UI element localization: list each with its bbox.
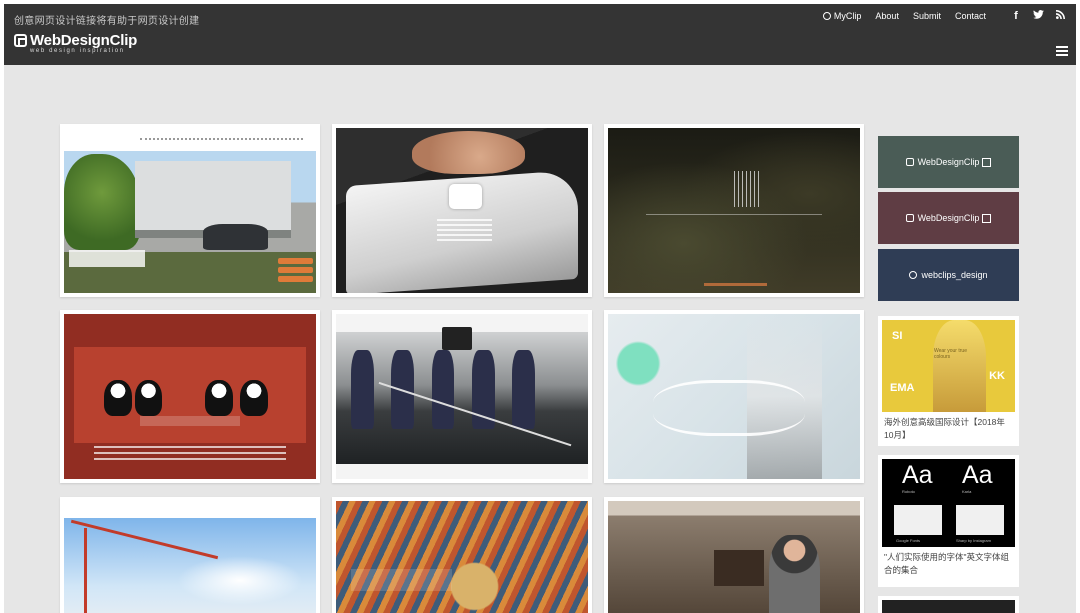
site-thumbnail xyxy=(64,314,316,479)
sidebar-post-card[interactable]: SI EMA KK Wear your true colours 海外创意高级国… xyxy=(878,316,1019,446)
gallery-card-law-office-site[interactable] xyxy=(60,310,320,483)
top-nav: MyClip About Submit Contact f xyxy=(809,10,1066,22)
social-links: f xyxy=(1000,10,1066,22)
site-thumbnail xyxy=(64,501,316,613)
sidebar-link-webdesignclip-1[interactable]: WebDesignClip xyxy=(878,136,1019,188)
nav-submit[interactable]: Submit xyxy=(913,11,941,21)
nav-about[interactable]: About xyxy=(875,11,899,21)
gallery-card-munch-exhibition-site[interactable] xyxy=(332,497,592,613)
site-thumbnail xyxy=(336,128,588,293)
gallery-card-bar-site[interactable] xyxy=(604,124,864,297)
site-thumbnail xyxy=(64,128,316,293)
site-thumbnail xyxy=(336,314,588,479)
gallery-card-architecture-site[interactable] xyxy=(60,124,320,297)
tag-icon xyxy=(982,213,992,223)
sidebar-link-instagram[interactable]: webclips_design xyxy=(878,249,1019,301)
site-thumbnail xyxy=(336,501,588,613)
gallery-card-kendo-site[interactable] xyxy=(332,310,592,483)
site-header: 创意网页设计链接将有助于网页设计创建 WebDesignClip web des… xyxy=(4,4,1076,65)
site-tagline: 创意网页设计链接将有助于网页设计创建 xyxy=(14,16,200,27)
post-caption: 海外创意高级国际设计【2018年10月】 xyxy=(884,417,1005,440)
logo-subtitle: web design inspiration xyxy=(30,48,125,54)
webdesignclip-logo-icon xyxy=(905,158,914,166)
gallery-card-tofu-site[interactable] xyxy=(332,124,592,297)
gallery-card-construction-site[interactable] xyxy=(60,497,320,613)
post-thumbnail: Aa Aa Roboto Karla Google Fonts Sharp by… xyxy=(882,459,1015,547)
hamburger-menu-icon[interactable] xyxy=(1056,46,1068,56)
sidebar-post-card[interactable] xyxy=(878,596,1019,613)
page-frame: 创意网页设计链接将有助于网页设计创建 WebDesignClip web des… xyxy=(4,4,1076,613)
sidebar-post-card[interactable]: Aa Aa Roboto Karla Google Fonts Sharp by… xyxy=(878,455,1019,587)
myclip-icon xyxy=(822,12,831,20)
tag-icon xyxy=(982,157,992,167)
sidebar-link-webdesignclip-2[interactable]: WebDesignClip xyxy=(878,192,1019,244)
site-thumbnail xyxy=(608,128,860,293)
post-thumbnail xyxy=(882,600,1015,613)
instagram-icon xyxy=(909,271,918,279)
logo-text: WebDesignClip xyxy=(30,32,138,49)
rss-icon[interactable] xyxy=(1054,10,1066,22)
site-thumbnail xyxy=(608,314,860,479)
gallery-card-photo-studio-site[interactable] xyxy=(604,497,864,613)
twitter-icon[interactable] xyxy=(1032,10,1044,22)
webdesignclip-logo-icon xyxy=(905,214,914,222)
site-thumbnail xyxy=(608,501,860,613)
gallery-card-pastel-site[interactable] xyxy=(604,310,864,483)
post-thumbnail: SI EMA KK Wear your true colours xyxy=(882,320,1015,412)
facebook-icon[interactable]: f xyxy=(1010,10,1022,22)
post-caption: "人们实际使用的字体"英文字体组合的集合 xyxy=(884,552,1010,575)
nav-myclip[interactable]: MyClip xyxy=(822,11,861,21)
logo-mark-icon xyxy=(14,34,27,47)
nav-contact[interactable]: Contact xyxy=(955,11,986,21)
